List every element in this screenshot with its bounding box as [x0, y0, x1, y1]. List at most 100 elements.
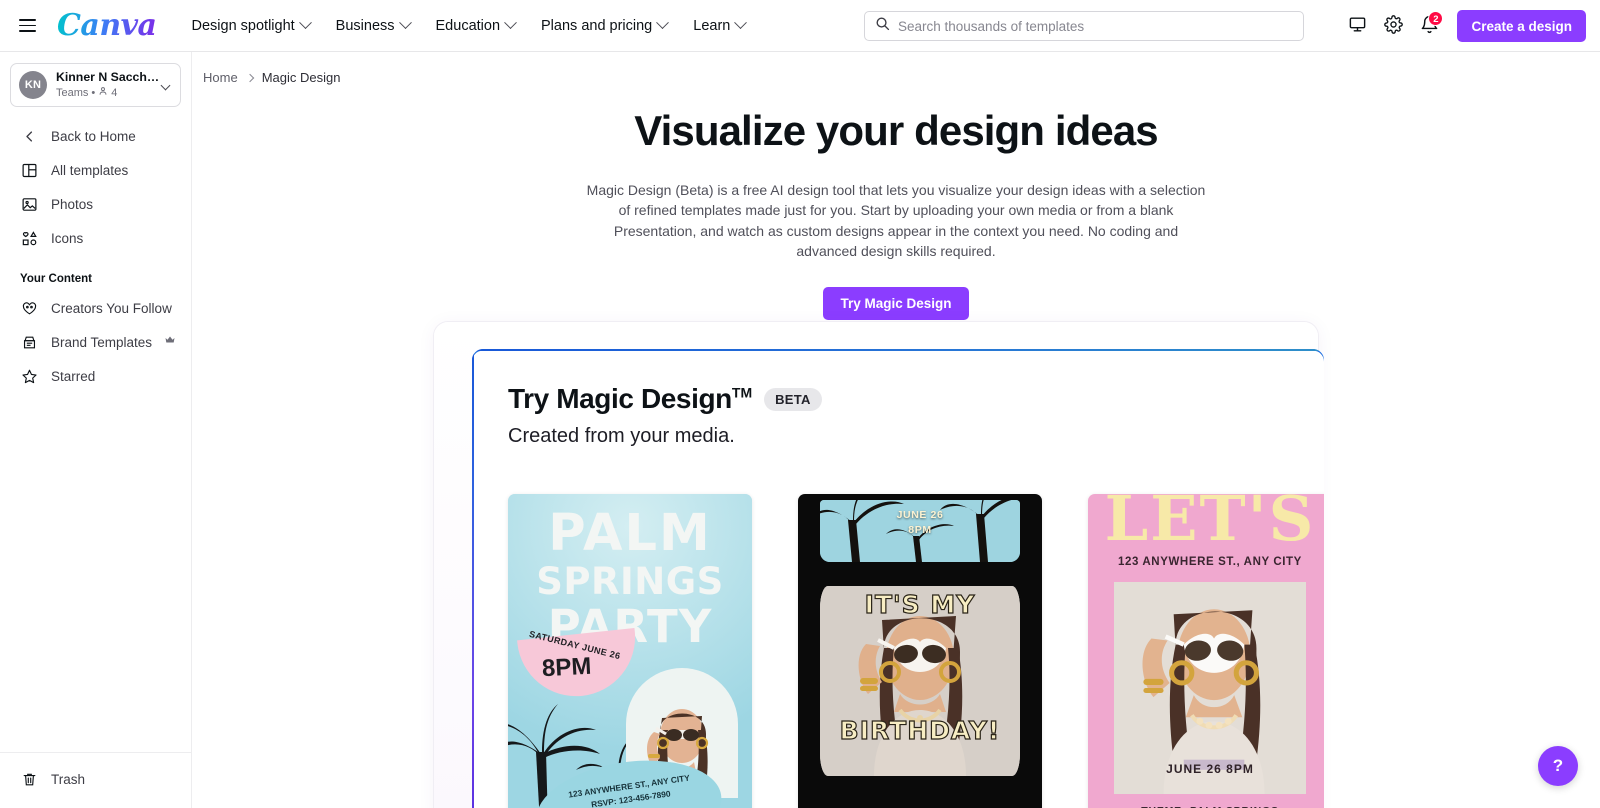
card-subtitle: Created from your media. [508, 425, 735, 447]
magic-design-card[interactable]: Try Magic DesignTM BETA Created from you… [472, 349, 1324, 808]
monitor-icon [1348, 15, 1367, 37]
photo-icon [20, 195, 39, 214]
sidebar-item-starred[interactable]: Starred [6, 359, 185, 393]
chevron-down-icon [160, 80, 171, 90]
chevron-down-icon [734, 16, 748, 30]
beta-badge: BETA [764, 387, 822, 411]
person-icon [98, 86, 108, 100]
crown-icon [164, 333, 176, 351]
page-title: Visualize your design ideas [634, 107, 1158, 154]
sidebar-item-all-templates[interactable]: All templates [6, 153, 185, 187]
nav-item-business[interactable]: Business [323, 11, 423, 41]
template2-time: 8PM [908, 524, 932, 537]
team-name: Kinner N Sacchdev... [56, 70, 162, 84]
chevron-down-icon [656, 16, 670, 30]
canva-logo[interactable]: Canva [57, 8, 157, 43]
search-input[interactable] [898, 18, 1303, 34]
sidebar-item-brand-templates[interactable]: Brand Templates [6, 325, 185, 359]
sidebar-item-label: Back to Home [51, 128, 136, 144]
team-type-label: Teams [56, 87, 89, 99]
breadcrumb-home[interactable]: Home [203, 70, 238, 85]
nav-item-label: Design spotlight [191, 17, 295, 34]
meta-dot: • [91, 87, 96, 99]
top-navigation-bar: Canva Design spotlight Business Educatio… [0, 0, 1600, 52]
hamburger-menu-icon[interactable] [10, 9, 44, 43]
sidebar-item-photos[interactable]: Photos [6, 187, 185, 221]
sidebar-nav: Back to Home All templates Photos Icons [0, 119, 191, 255]
gear-icon [1384, 15, 1403, 37]
template1-line2: SPRINGS [536, 560, 724, 603]
card-title-row: Try Magic DesignTM BETA [508, 383, 1324, 415]
sidebar-item-label: Trash [51, 771, 86, 787]
sidebar-item-creators-you-follow[interactable]: Creators You Follow [6, 291, 185, 325]
hamburger-line [18, 24, 36, 27]
avatar: KN [19, 71, 47, 99]
sidebar-content-nav: Creators You Follow Brand Templates Star… [0, 291, 191, 393]
chevron-left-icon [20, 127, 39, 146]
brand-kit-icon [20, 333, 39, 352]
template1-fan-time: 8PM [541, 652, 593, 683]
nav-item-label: Learn [693, 17, 731, 34]
card-title-text: Try Magic Design [508, 383, 732, 414]
sidebar-item-label: Brand Templates [51, 334, 153, 350]
hero-section: Visualize your design ideas Magic Design… [192, 107, 1600, 320]
nav-item-design-spotlight[interactable]: Design spotlight [179, 11, 323, 41]
card-header: Try Magic DesignTM BETA Created from you… [472, 349, 1324, 448]
trash-icon [20, 770, 39, 789]
hamburger-line [18, 18, 36, 21]
sidebar-section-label: Your Content [20, 273, 92, 285]
sidebar-footer: Trash [0, 752, 192, 808]
trademark-symbol: TM [731, 384, 753, 401]
sidebar-item-label: Starred [51, 368, 96, 384]
hero-description: Magic Design (Beta) is a free AI design … [586, 182, 1206, 260]
template2-strip-text: JUNE 26 8PM [798, 508, 1042, 538]
team-info: Kinner N Sacchdev... Teams • 4 [56, 70, 162, 100]
notifications-button[interactable]: 2 [1413, 10, 1445, 42]
nav-actions: 2 Create a design [1341, 0, 1586, 52]
star-icon [20, 367, 39, 386]
create-a-design-button[interactable]: Create a design [1457, 10, 1586, 42]
help-button[interactable]: ? [1538, 746, 1578, 786]
sidebar-item-trash[interactable]: Trash [6, 762, 186, 796]
template-card-its-my-birthday[interactable]: JUNE 26 8PM IT'S MY BIRTHDAY! [798, 494, 1042, 808]
search-icon [875, 16, 890, 36]
nav-item-label: Plans and pricing [541, 17, 653, 34]
template-thumbnails: PALM SPRINGS PARTY SATURDAY JUNE 26 8PM [508, 494, 1324, 808]
search-bar[interactable] [864, 11, 1304, 41]
team-meta: Teams • 4 [56, 86, 162, 100]
try-magic-design-button[interactable]: Try Magic Design [823, 286, 969, 320]
breadcrumb: Home Magic Design [192, 52, 1600, 85]
sidebar-item-icons[interactable]: Icons [6, 221, 185, 255]
notification-badge: 2 [1428, 11, 1444, 26]
template3-headline: LET'S [1104, 494, 1316, 555]
team-switcher[interactable]: KN Kinner N Sacchdev... Teams • 4 [10, 63, 181, 107]
main-content: Home Magic Design Visualize your design … [192, 52, 1600, 808]
chevron-right-icon [245, 73, 254, 82]
chevron-down-icon [298, 16, 312, 30]
heart-hands-icon [20, 299, 39, 318]
team-member-count: 4 [111, 87, 118, 99]
nav-item-plans-and-pricing[interactable]: Plans and pricing [528, 11, 680, 41]
nav-item-label: Education [435, 17, 501, 34]
shapes-icon [20, 229, 39, 248]
chevron-down-icon [398, 16, 412, 30]
template1-line1: PALM [548, 504, 712, 563]
display-settings-button[interactable] [1341, 10, 1373, 42]
sidebar-item-label: Creators You Follow [51, 300, 172, 316]
template-card-lets-pink-poster[interactable]: LET'S 123 ANYWHERE ST., ANY CITY JUNE 26… [1088, 494, 1324, 808]
templates-icon [20, 161, 39, 180]
sidebar: KN Kinner N Sacchdev... Teams • 4 Back t… [0, 52, 192, 808]
template2-title-top: IT'S MY [864, 589, 976, 619]
template3-address: 123 ANYWHERE ST., ANY CITY [1118, 556, 1302, 568]
nav-item-learn[interactable]: Learn [680, 11, 758, 41]
card-title: Try Magic DesignTM [508, 383, 752, 415]
hamburger-line [18, 30, 36, 33]
template2-title-bottom: BIRTHDAY! [839, 715, 1001, 745]
nav-item-label: Business [335, 17, 395, 34]
nav-item-education[interactable]: Education [423, 11, 529, 41]
settings-button[interactable] [1377, 10, 1409, 42]
sidebar-item-label: Icons [51, 230, 84, 246]
sidebar-item-label: Photos [51, 196, 94, 212]
sidebar-item-back-to-home[interactable]: Back to Home [6, 119, 185, 153]
template-card-palm-springs-party[interactable]: PALM SPRINGS PARTY SATURDAY JUNE 26 8PM [508, 494, 752, 808]
